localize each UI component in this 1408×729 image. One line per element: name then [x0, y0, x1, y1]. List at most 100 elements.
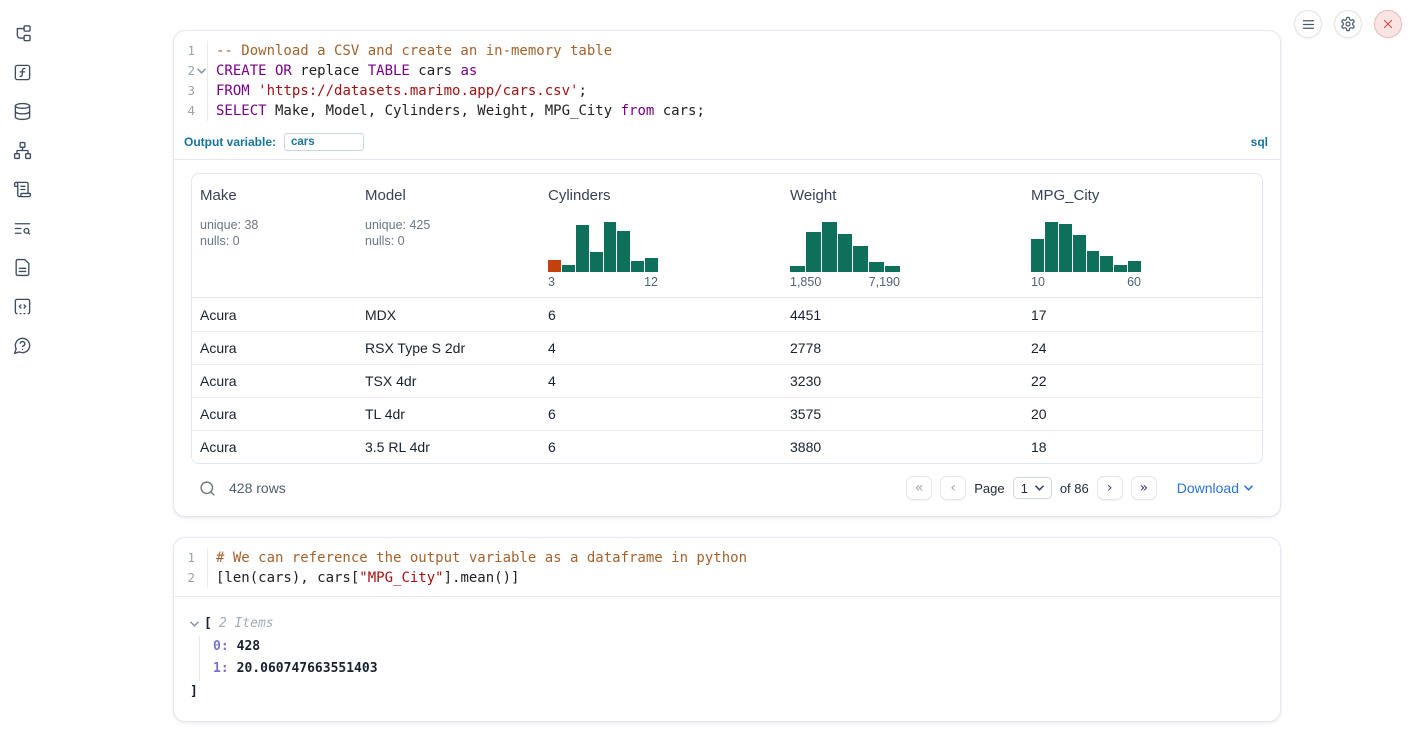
histogram-bar [1100, 256, 1113, 272]
menu-button[interactable] [1294, 10, 1322, 38]
histogram-min-label: 10 [1031, 275, 1045, 289]
table-cell: MDX [357, 307, 540, 323]
table-cell: 2778 [782, 340, 1023, 356]
column-summary: unique: 38 [200, 217, 357, 233]
table-cell: Acura [192, 439, 357, 455]
histogram-bar [590, 252, 603, 272]
column-header[interactable]: MPG_City1060 [1023, 186, 1262, 289]
sidebar-item-documentation[interactable] [11, 256, 33, 278]
network-icon [13, 141, 32, 160]
histogram-labels: 312 [548, 275, 658, 289]
output-variable-label: Output variable: [184, 135, 276, 149]
download-button[interactable]: Download [1177, 480, 1253, 496]
close-icon [1381, 17, 1395, 31]
column-title: Model [365, 186, 540, 206]
table-cell: TSX 4dr [357, 373, 540, 389]
column-summary: unique: 425 [365, 217, 540, 233]
helper-sidebar [0, 0, 44, 729]
help-bubble-icon [13, 336, 32, 355]
sidebar-item-dependencies[interactable] [11, 139, 33, 161]
next-page-button[interactable]: › [1097, 476, 1123, 500]
page-select[interactable]: 1 [1013, 477, 1052, 499]
close-bracket: ] [190, 681, 198, 704]
code-token: Make, Model, Cylinders, Weight, MPG_City [267, 103, 621, 119]
histogram-min-label: 3 [548, 275, 555, 289]
table-cell: RSX Type S 2dr [357, 340, 540, 356]
settings-button[interactable] [1334, 10, 1362, 38]
code-token: # We can reference the output variable a… [216, 550, 747, 566]
column-header[interactable]: Makeunique: 38nulls: 0 [192, 186, 357, 289]
shutdown-button[interactable] [1374, 10, 1402, 38]
table-cell: Acura [192, 406, 357, 422]
sidebar-item-file-explorer[interactable] [11, 22, 33, 44]
table-footer: 428 rows « ‹ Page 1 of 86 › » Download [191, 464, 1263, 516]
line-number-gutter: 1234 [174, 41, 208, 121]
output-variable-input[interactable] [284, 133, 364, 151]
open-bracket: [ [204, 613, 212, 636]
collapse-icon[interactable] [190, 621, 204, 627]
sql-code-editor[interactable]: 1234-- Download a CSV and create an in-m… [174, 31, 1280, 129]
first-page-button[interactable]: « [906, 476, 932, 500]
chevron-down-icon [1244, 485, 1253, 491]
table-cell: 3880 [782, 439, 1023, 455]
histogram-bar [548, 260, 561, 272]
line-number: 1 [174, 548, 207, 568]
sidebar-item-datasources[interactable] [11, 100, 33, 122]
last-page-button[interactable]: » [1131, 476, 1157, 500]
tree-root-row: [2 Items [190, 613, 1260, 636]
line-number-text: 2 [187, 61, 195, 81]
histogram-bar [869, 262, 884, 272]
column-title: Cylinders [548, 186, 782, 206]
code-token: cars [410, 63, 461, 79]
search-button[interactable] [199, 480, 216, 497]
table-row: AcuraMDX6445117 [192, 298, 1262, 331]
entry-value: 428 [237, 639, 260, 654]
notebook: 1234-- Download a CSV and create an in-m… [173, 30, 1281, 722]
python-code-editor[interactable]: 12 # We can reference the output variable… [174, 538, 1280, 597]
sql-cell: 1234-- Download a CSV and create an in-m… [173, 30, 1281, 517]
search-icon [199, 480, 216, 497]
column-header[interactable]: Modelunique: 425nulls: 0 [357, 186, 540, 289]
code-line: SELECT Make, Model, Cylinders, Weight, M… [216, 101, 705, 121]
code-token: CREATE OR [216, 63, 292, 79]
first-page-icon: « [915, 480, 924, 496]
prev-page-button[interactable]: ‹ [940, 476, 966, 500]
table-body: AcuraMDX6445117AcuraRSX Type S 2dr427782… [192, 298, 1262, 463]
table-row: Acura3.5 RL 4dr6388018 [192, 430, 1262, 463]
code-token: "MPG_City" [359, 570, 443, 586]
line-number: 1 [174, 41, 207, 61]
histogram [790, 219, 900, 272]
histogram-bar [562, 265, 575, 272]
line-number-text: 1 [187, 548, 195, 568]
sidebar-item-variables[interactable] [11, 61, 33, 83]
code-line: FROM 'https://datasets.marimo.app/cars.c… [216, 81, 705, 101]
sidebar-item-search-logs[interactable] [11, 217, 33, 239]
column-header[interactable]: Cylinders 312 [540, 186, 782, 289]
histogram-bar [1073, 235, 1086, 272]
line-number: 3 [174, 81, 207, 101]
table-cell: Acura [192, 373, 357, 389]
code-line: CREATE OR replace TABLE cars as [216, 61, 705, 81]
histogram-bar [853, 246, 868, 273]
table-cell: 24 [1023, 340, 1262, 356]
histogram-bar [576, 225, 589, 272]
language-badge: sql [1251, 135, 1268, 149]
fold-icon[interactable] [195, 68, 207, 74]
last-page-icon: » [1139, 480, 1148, 496]
code-token: as [460, 63, 477, 79]
histogram-bar [617, 231, 630, 272]
line-number-text: 2 [187, 568, 195, 588]
pagination: « ‹ Page 1 of 86 › » Download [906, 476, 1253, 500]
sidebar-item-snippets[interactable] [11, 295, 33, 317]
table-cell: 6 [540, 307, 782, 323]
histogram-bar [838, 234, 853, 272]
table-row: AcuraTL 4dr6357520 [192, 397, 1262, 430]
table-cell: 18 [1023, 439, 1262, 455]
column-header[interactable]: Weight1,8507,190 [782, 186, 1023, 289]
column-title: Make [200, 186, 357, 206]
table-cell: Acura [192, 307, 357, 323]
sidebar-item-help[interactable] [11, 334, 33, 356]
line-number: 2 [174, 61, 207, 81]
sidebar-item-logs[interactable] [11, 178, 33, 200]
download-label: Download [1177, 480, 1239, 496]
